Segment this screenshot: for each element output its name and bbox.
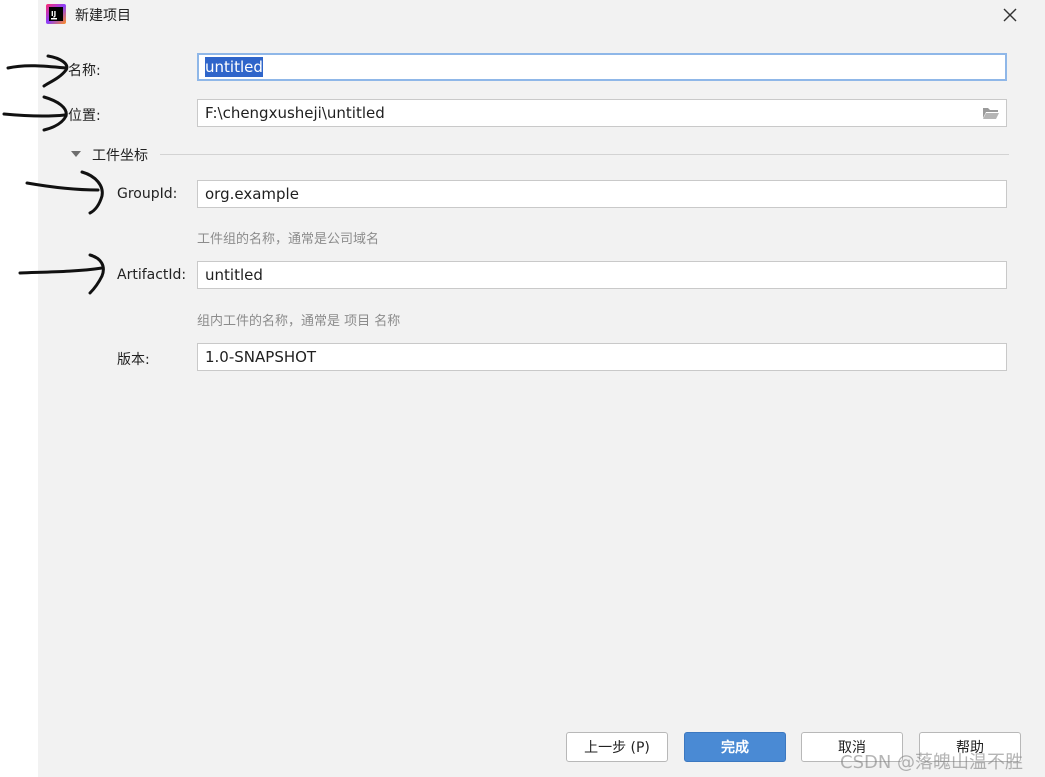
- artifactid-hint: 组内工件的名称，通常是 项目 名称: [197, 314, 401, 329]
- artifactid-label: ArtifactId:: [117, 267, 187, 283]
- groupid-hint: 工件组的名称，通常是公司域名: [197, 232, 380, 247]
- location-label: 位置:: [68, 108, 101, 124]
- version-label: 版本:: [117, 352, 150, 368]
- name-label: 名称:: [68, 63, 101, 79]
- artifactid-value: untitled: [205, 266, 263, 284]
- version-value: 1.0-SNAPSHOT: [205, 348, 317, 366]
- section-divider: [160, 154, 1009, 155]
- collapse-triangle-icon[interactable]: [71, 151, 81, 157]
- window-title: 新建项目: [75, 8, 131, 24]
- location-input[interactable]: F:\chengxusheji\untitled: [197, 99, 1007, 127]
- svg-text:IJ: IJ: [51, 10, 56, 18]
- csdn-watermark: CSDN @落魄山温不胜: [840, 752, 1024, 773]
- name-value: untitled: [205, 57, 263, 77]
- groupid-value: org.example: [205, 185, 299, 203]
- folder-open-icon[interactable]: [982, 106, 1000, 120]
- artifactid-input[interactable]: untitled: [197, 261, 1007, 289]
- close-icon: [1003, 8, 1017, 22]
- location-value: F:\chengxusheji\untitled: [205, 104, 385, 122]
- close-button[interactable]: [996, 2, 1024, 28]
- previous-button[interactable]: 上一步 (P): [566, 732, 668, 762]
- title-bar: IJ 新建项目: [38, 0, 1045, 30]
- intellij-idea-icon: IJ: [46, 4, 66, 24]
- name-input[interactable]: untitled: [197, 53, 1007, 81]
- finish-button[interactable]: 完成: [684, 732, 786, 762]
- new-project-dialog: IJ 新建项目 名称: untitled 位置: F:\chengxusheji…: [38, 0, 1045, 777]
- version-input[interactable]: 1.0-SNAPSHOT: [197, 343, 1007, 371]
- groupid-label: GroupId:: [117, 186, 178, 202]
- background-strip: [0, 0, 38, 777]
- groupid-input[interactable]: org.example: [197, 180, 1007, 208]
- artifact-coordinates-section[interactable]: 工件坐标: [71, 143, 1009, 165]
- section-title: 工件坐标: [92, 148, 148, 164]
